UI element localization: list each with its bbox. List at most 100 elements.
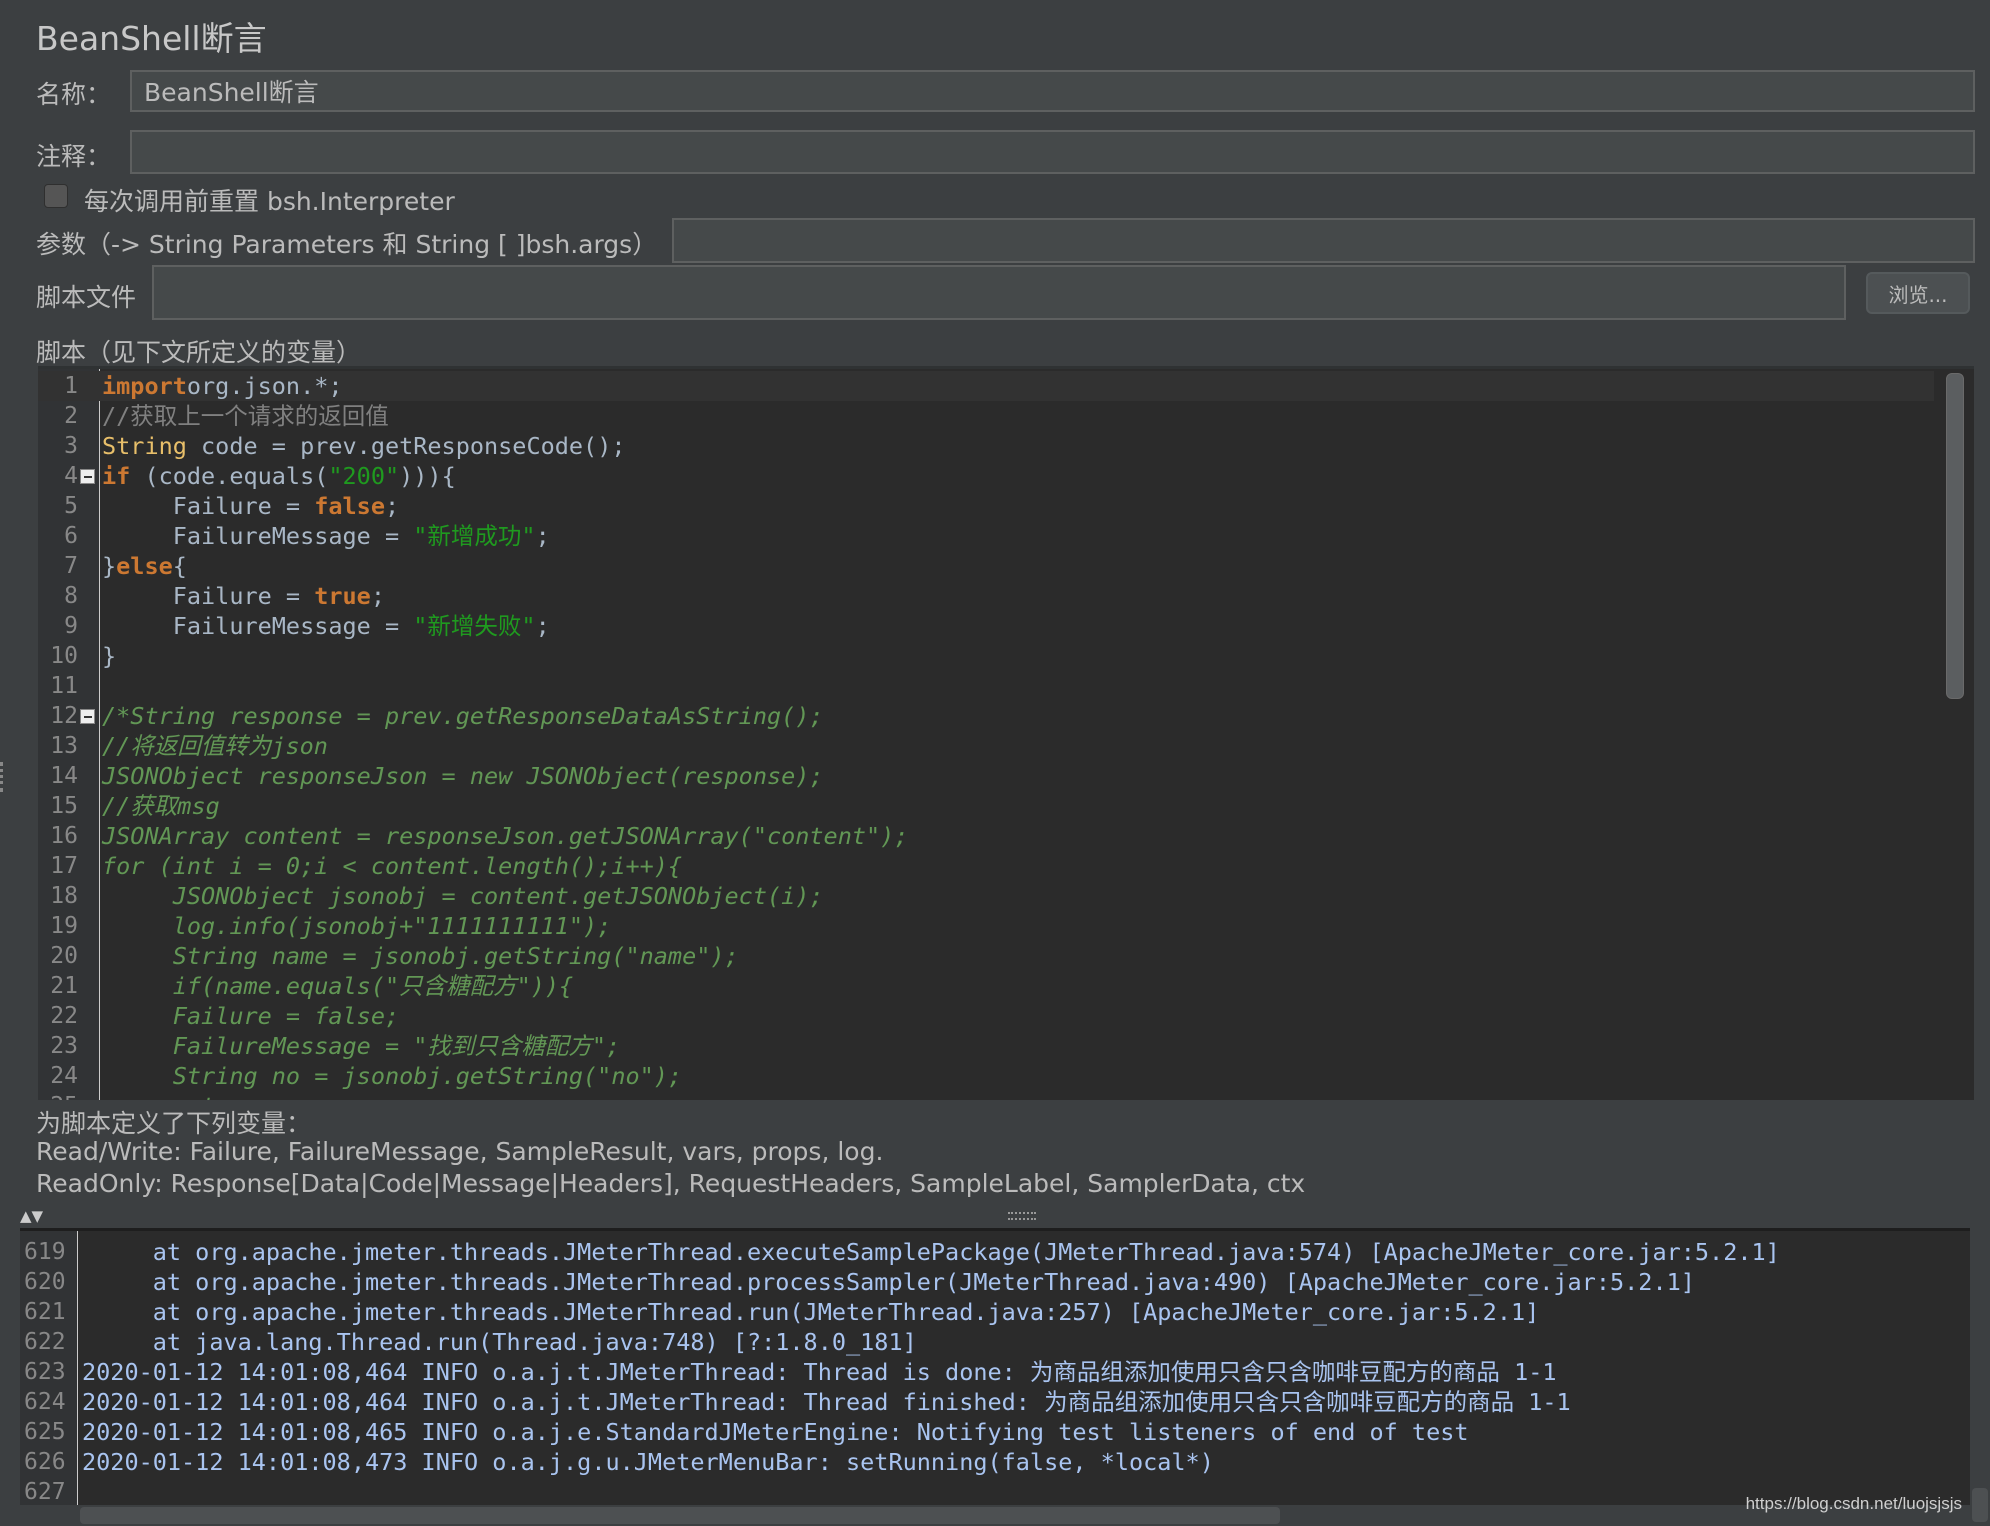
- code-text: String name = jsonobj.getString("name");: [102, 941, 739, 971]
- code-line: 3 String code = prev.getResponseCode();: [38, 431, 1948, 461]
- editor-scrollbar-track: [1934, 369, 1974, 1100]
- line-number: 24: [50, 1063, 78, 1089]
- code-text: FailureMessage = "新增失败";: [102, 611, 550, 641]
- line-number: 18: [50, 883, 78, 909]
- watermark: https://blog.csdn.net/luojsjsjs: [1745, 1494, 1962, 1513]
- script-file-input[interactable]: [152, 265, 1846, 320]
- code-text: if (code.equals("200"))){: [102, 461, 456, 491]
- log-text: 2020-01-12 14:01:08,464 INFO o.a.j.t.JMe…: [82, 1358, 1557, 1386]
- code-text: if(name.equals("只含糖配方")){: [102, 971, 573, 1001]
- line-number: 4: [64, 463, 78, 489]
- code-token: Failure =: [102, 492, 315, 520]
- browse-button[interactable]: 浏览...: [1866, 272, 1970, 314]
- log-line: 627: [20, 1477, 1920, 1505]
- line-number: 16: [50, 823, 78, 849]
- script-editor[interactable]: 1 importorg.json.*; 2 //获取上一个请求的返回值 3 String …: [38, 366, 1974, 1100]
- log-line: 622 at java.lang.Thread.run(Thread.java:…: [20, 1327, 1920, 1357]
- line-number: 1: [64, 373, 78, 399]
- code-token: }: [102, 642, 117, 670]
- line-number: 13: [50, 733, 78, 759]
- log-text: 2020-01-12 14:01:08,464 INFO o.a.j.t.JMe…: [82, 1388, 1571, 1416]
- comment-label: 注释：: [36, 142, 112, 171]
- arrow-down-icon[interactable]: ▼: [32, 1207, 44, 1225]
- code-text: String no = jsonobj.getString("no");: [102, 1061, 682, 1091]
- code-text: JSONArray content = responseJson.getJSON…: [102, 821, 908, 851]
- code-token: true: [314, 582, 371, 610]
- reset-interpreter-checkbox[interactable]: [44, 184, 68, 208]
- params-input[interactable]: [672, 218, 1975, 263]
- code-token: Failure = false;: [102, 1002, 400, 1030]
- code-text: FailureMessage = "新增成功";: [102, 521, 550, 551]
- log-horizontal-scrollbar[interactable]: [80, 1507, 1280, 1524]
- code-line: 7}else{: [38, 551, 1948, 581]
- log-vertical-scrollbar[interactable]: [1972, 1488, 1988, 1522]
- line-number: 5: [64, 493, 78, 519]
- code-text: Failure = false;: [102, 491, 399, 521]
- code-token: ))){: [399, 462, 456, 490]
- code-line: 15 //获取msg: [38, 791, 1948, 821]
- line-number: 15: [50, 793, 78, 819]
- comment-input[interactable]: [130, 130, 1975, 174]
- log-text: at org.apache.jmeter.threads.JMeterThrea…: [82, 1298, 1540, 1326]
- code-token: return;: [102, 1092, 272, 1100]
- code-token: if: [102, 462, 131, 490]
- log-line-number: 625: [24, 1419, 66, 1445]
- page-title: BeanShell断言: [36, 19, 267, 58]
- code-token: for (int i = 0;i < content.length();i++)…: [102, 852, 683, 880]
- code-token: Failure =: [102, 582, 315, 610]
- name-input[interactable]: BeanShell断言: [130, 70, 1975, 112]
- log-line-number: 619: [24, 1239, 66, 1265]
- code-token: false: [314, 492, 385, 520]
- log-line: 624 2020-01-12 14:01:08,464 INFO o.a.j.t.…: [20, 1387, 1920, 1417]
- code-text: JSONObject jsonobj = content.getJSONObje…: [102, 881, 824, 911]
- code-token: if(name.equals("只含糖配方")){: [102, 972, 574, 1000]
- code-line: 8 Failure = true;: [38, 581, 1948, 611]
- splitter-expand-arrows[interactable]: ▲▼: [20, 1208, 43, 1224]
- log-line: 619 at org.apache.jmeter.threads.JMeterT…: [20, 1237, 1920, 1267]
- log-line: 623 2020-01-12 14:01:08,464 INFO o.a.j.t.…: [20, 1357, 1920, 1387]
- script-label: 脚本（见下文所定义的变量）: [36, 338, 362, 367]
- line-number: 11: [50, 673, 78, 699]
- code-line: 21 if(name.equals("只含糖配方")){: [38, 971, 1948, 1001]
- line-number: 20: [50, 943, 78, 969]
- code-text: String code = prev.getResponseCode();: [102, 431, 626, 461]
- code-text: }else{: [102, 551, 187, 581]
- fold-collapse-icon[interactable]: [80, 709, 95, 724]
- code-token: //将返回值转为json: [102, 732, 328, 760]
- line-number: 17: [50, 853, 78, 879]
- log-panel[interactable]: 619 at org.apache.jmeter.threads.JMeterT…: [20, 1228, 1970, 1505]
- code-token: String: [102, 432, 187, 460]
- line-number: 3: [64, 433, 78, 459]
- log-line-number: 620: [24, 1269, 66, 1295]
- log-text: at org.apache.jmeter.threads.JMeterThrea…: [82, 1268, 1695, 1296]
- code-line: 1 importorg.json.*;: [38, 371, 1948, 401]
- code-text: }: [102, 641, 116, 671]
- code-line: 4 if (code.equals("200"))){: [38, 461, 1948, 491]
- line-number: 14: [50, 763, 78, 789]
- code-line: 23 FailureMessage = "找到只含糖配方";: [38, 1031, 1948, 1061]
- code-token: {: [172, 552, 187, 580]
- code-text: importorg.json.*;: [102, 371, 343, 401]
- line-number: 23: [50, 1033, 78, 1059]
- code-token: String name = jsonobj.getString("name");: [102, 942, 739, 970]
- log-line: 626 2020-01-12 14:01:08,473 INFO o.a.j.g.…: [20, 1447, 1920, 1477]
- arrow-up-icon[interactable]: ▲: [20, 1207, 32, 1225]
- editor-scrollbar[interactable]: [1946, 373, 1964, 699]
- code-line: 24 String no = jsonobj.getString("no");: [38, 1061, 1948, 1091]
- code-text: JSONObject responseJson = new JSONObject…: [102, 761, 824, 791]
- code-token: ;: [384, 492, 400, 520]
- left-splitter-grip[interactable]: [0, 762, 10, 792]
- code-token: ;: [370, 582, 385, 610]
- code-line: 18 JSONObject jsonobj = content.getJSONO…: [38, 881, 1948, 911]
- code-line: 10}: [38, 641, 1948, 671]
- code-token: //获取msg: [102, 792, 220, 820]
- fold-collapse-icon[interactable]: [80, 469, 95, 484]
- code-text: FailureMessage = "找到只含糖配方";: [102, 1031, 620, 1061]
- code-text: //获取msg: [102, 791, 220, 821]
- code-token: log.info(jsonobj+"1111111111");: [102, 912, 612, 940]
- code-text: for (int i = 0;i < content.length();i++)…: [102, 851, 682, 881]
- line-number: 21: [50, 973, 78, 999]
- vars-read-only: ReadOnly: Response[Data|Code|Message|Hea…: [36, 1169, 1306, 1198]
- code-token: "200": [328, 462, 400, 490]
- splitter-grip-icon[interactable]: [1008, 1212, 1036, 1220]
